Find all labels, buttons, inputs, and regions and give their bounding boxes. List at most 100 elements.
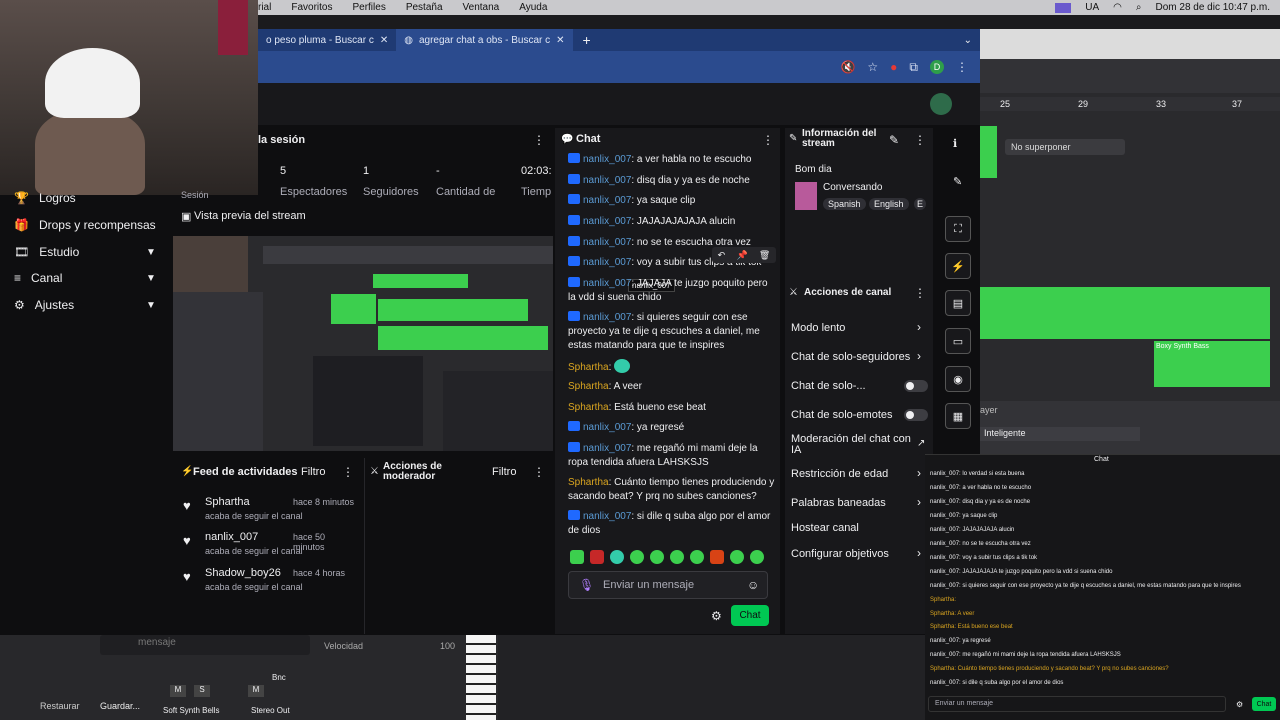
action-host-channel[interactable]: Hostear canal xyxy=(791,522,931,534)
daw-region[interactable] xyxy=(980,126,997,178)
chat-button[interactable]: ▭ xyxy=(945,328,971,354)
chat-user[interactable]: nanlix_007 xyxy=(583,312,631,323)
mic-icon[interactable]: 🎙 xyxy=(579,578,594,592)
action-age-restriction[interactable]: Restricción de edad xyxy=(791,468,931,480)
tag[interactable]: E xyxy=(914,198,927,210)
more-icon[interactable]: ⋮ xyxy=(956,60,968,74)
gear-icon[interactable]: ⚙ xyxy=(1236,700,1243,709)
superponer-select[interactable]: No superponer xyxy=(1005,139,1125,155)
action-slow-mode[interactable]: Modo lento xyxy=(791,322,931,334)
action-followers-only[interactable]: Chat de solo-seguidores xyxy=(791,351,931,363)
chat-user[interactable]: nanlix_007 xyxy=(583,422,631,433)
more-icon[interactable]: ⋮ xyxy=(533,465,545,479)
restore-button[interactable]: Restaurar xyxy=(40,701,80,711)
emote-icon[interactable] xyxy=(650,550,664,564)
action-ai-moderation[interactable]: Moderación del chat con IA xyxy=(791,434,911,456)
emote-icon[interactable] xyxy=(710,550,724,564)
chevron-right-icon[interactable]: › xyxy=(917,349,921,363)
save-button[interactable]: Guardar... xyxy=(100,701,140,711)
menu-item[interactable]: Pestaña xyxy=(406,2,443,13)
menu-item[interactable]: Ventana xyxy=(463,2,500,13)
chat-user[interactable]: Sphartha xyxy=(568,381,609,392)
chat-user[interactable]: nanlix_007 xyxy=(583,511,631,522)
emote-icon[interactable] xyxy=(670,550,684,564)
chat-input[interactable]: 🎙 Enviar un mensaje ☺ xyxy=(568,571,768,599)
tag[interactable]: Spanish xyxy=(823,198,866,210)
gear-icon[interactable]: ⚙ xyxy=(711,609,722,623)
feed-name[interactable]: nanlix_007 xyxy=(205,531,258,543)
emote-icon[interactable] xyxy=(750,550,764,564)
daw-region[interactable]: Boxy Synth Bass xyxy=(1154,341,1270,387)
chevron-right-icon[interactable]: › xyxy=(917,546,921,560)
chat-user[interactable]: nanlix_007 xyxy=(583,195,631,206)
pin-icon[interactable]: 📌 xyxy=(736,250,747,261)
chat-user[interactable]: nanlix_007 xyxy=(583,443,631,454)
menu-item[interactable]: rial xyxy=(258,2,271,13)
more-icon[interactable]: ⋮ xyxy=(914,133,926,147)
mute-button[interactable]: M xyxy=(170,685,186,697)
search-icon[interactable]: ⌕ xyxy=(1136,2,1142,13)
chat-user[interactable]: Sphartha xyxy=(568,477,609,488)
notes-button[interactable]: ▤ xyxy=(945,290,971,316)
emote-icon[interactable] xyxy=(570,550,584,564)
close-icon[interactable]: ✕ xyxy=(556,35,564,46)
dock-send-button[interactable]: Chat xyxy=(1252,697,1276,711)
more-icon[interactable]: ⋮ xyxy=(762,133,774,147)
chat-user[interactable]: nanlix_007 xyxy=(583,175,631,186)
avatar[interactable] xyxy=(930,93,952,115)
record-icon[interactable]: ● xyxy=(890,60,897,74)
chevron-down-icon[interactable]: ⌄ xyxy=(964,35,972,46)
action-banned-words[interactable]: Palabras baneadas xyxy=(791,497,931,509)
bounce-button[interactable]: Bnc xyxy=(272,673,286,682)
info-icon[interactable]: ℹ xyxy=(953,137,957,150)
emote-icon[interactable] xyxy=(590,550,604,564)
daw-message-field[interactable]: mensaje xyxy=(138,637,176,648)
menu-item[interactable]: Favoritos xyxy=(291,2,332,13)
ads-button[interactable]: ▦ xyxy=(945,403,971,429)
more-icon[interactable]: ⋮ xyxy=(342,465,354,479)
extension-icon[interactable]: ⧉ xyxy=(909,60,918,75)
chevron-right-icon[interactable]: › xyxy=(917,320,921,334)
datetime[interactable]: Dom 28 de dic 10:47 p.m. xyxy=(1155,2,1270,13)
browser-tab[interactable]: o peso pluma - Buscar c ✕ xyxy=(258,29,396,51)
broadcast-button[interactable]: ◉ xyxy=(945,366,971,392)
more-icon[interactable]: ⋮ xyxy=(533,133,545,147)
feed-name[interactable]: Sphartha xyxy=(205,496,250,508)
bolt-button[interactable]: ⚡ xyxy=(945,253,971,279)
pencil-icon[interactable]: ✎ xyxy=(953,175,962,188)
emoji-icon[interactable]: ☺ xyxy=(747,578,759,592)
dock-chat-input[interactable]: Enviar un mensaje xyxy=(928,696,1226,712)
nav-item-logros[interactable]: 🏆 Logros xyxy=(14,191,164,205)
delete-icon[interactable]: 🗑 xyxy=(759,250,770,261)
emote-icon[interactable] xyxy=(610,550,624,564)
clip-button[interactable]: ⛶ xyxy=(945,216,971,242)
category-name[interactable]: Conversando xyxy=(823,182,882,193)
subs-only-toggle[interactable] xyxy=(904,380,928,392)
feed-name[interactable]: Shadow_boy26 xyxy=(205,567,281,579)
stream-preview[interactable] xyxy=(173,236,553,451)
chat-user[interactable]: Sphartha xyxy=(568,402,609,413)
browser-tab[interactable]: ◍ agregar chat a obs - Buscar c ✕ xyxy=(396,29,573,51)
nav-item-canal[interactable]: ≡ Canal ▼ xyxy=(14,271,164,285)
profile-avatar[interactable]: D xyxy=(930,60,944,74)
chat-user[interactable]: nanlix_007 xyxy=(583,278,631,289)
daw-region[interactable] xyxy=(980,287,1270,339)
chevron-right-icon[interactable]: › xyxy=(917,466,921,480)
nav-item-drops[interactable]: 🎁 Drops y recompensas xyxy=(14,218,164,232)
menu-item[interactable]: Perfiles xyxy=(352,2,385,13)
new-tab-button[interactable]: + xyxy=(583,32,591,48)
pencil-icon[interactable]: ✎ xyxy=(889,133,899,147)
action-goals[interactable]: Configurar objetivos xyxy=(791,548,931,560)
chat-user[interactable]: Sphartha xyxy=(568,362,609,373)
more-icon[interactable]: ⋮ xyxy=(914,286,926,300)
mute-button[interactable]: M xyxy=(248,685,264,697)
mute-icon[interactable]: 🔇 xyxy=(840,60,855,74)
emote-only-toggle[interactable] xyxy=(904,409,928,421)
emote-icon[interactable] xyxy=(690,550,704,564)
chat-user[interactable]: nanlix_007 xyxy=(583,257,631,268)
emote-icon[interactable] xyxy=(630,550,644,564)
tag[interactable]: English xyxy=(869,198,909,210)
filter-button[interactable]: Filtro xyxy=(301,466,325,478)
filter-button[interactable]: Filtro xyxy=(492,466,516,478)
wifi-icon[interactable]: ◠ xyxy=(1113,2,1122,13)
